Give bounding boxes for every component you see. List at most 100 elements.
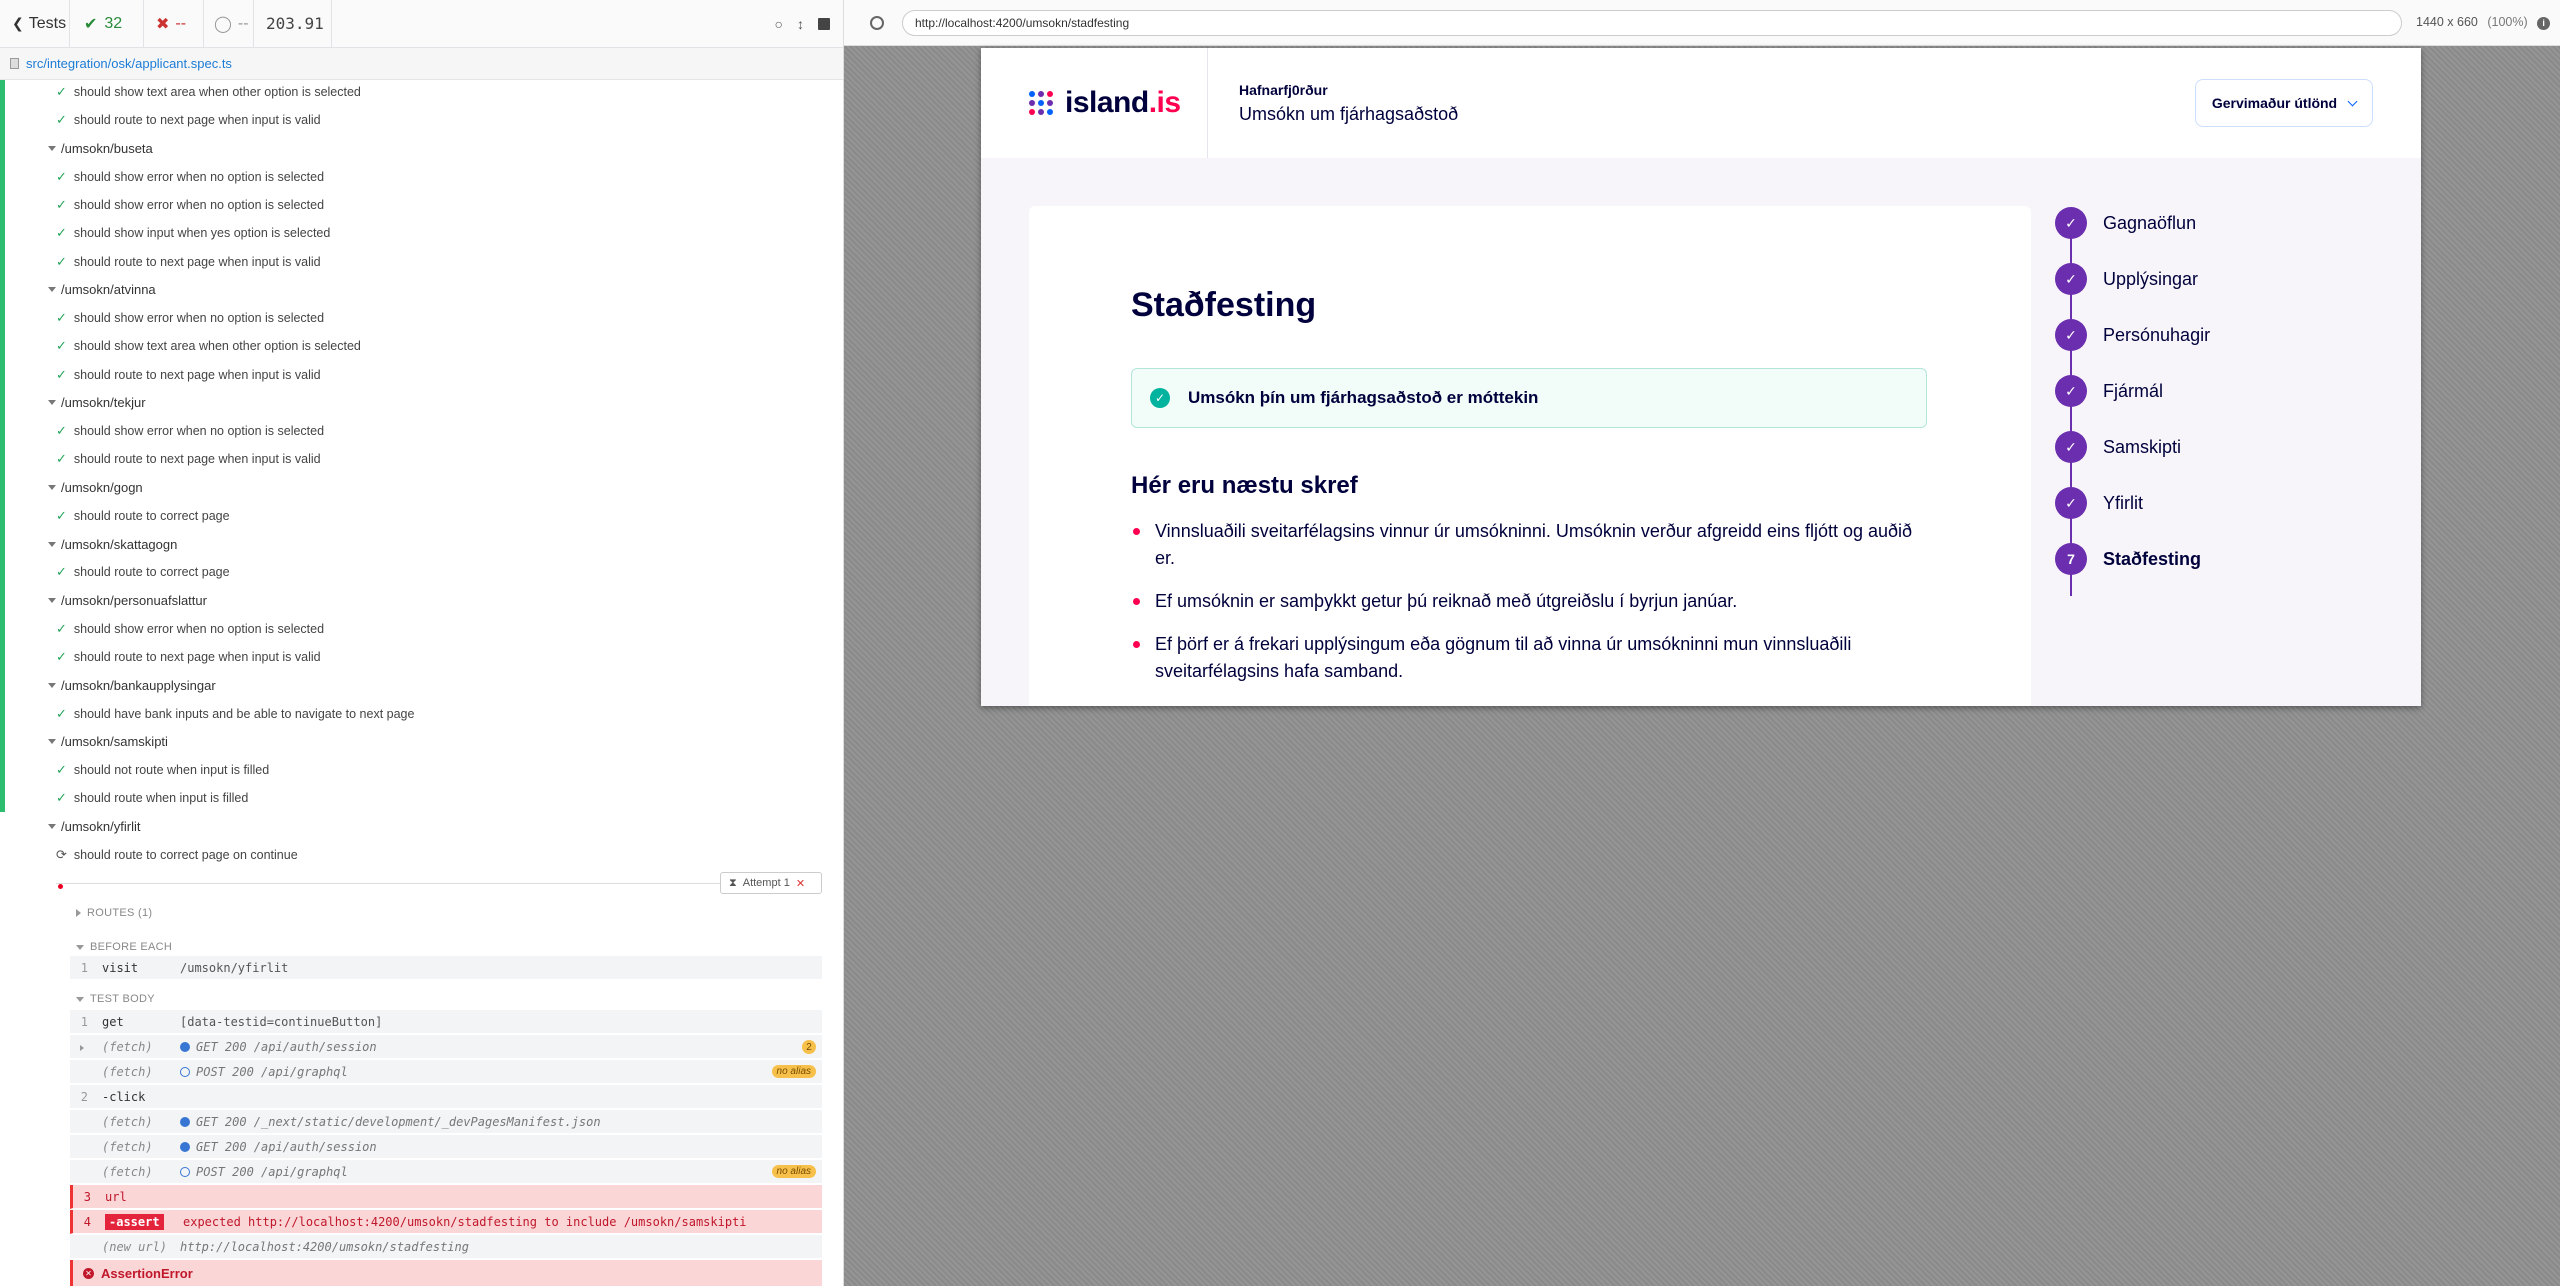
- alias-badge: no alias: [771, 1165, 816, 1178]
- check-icon: ✓: [56, 705, 67, 721]
- test-row[interactable]: ✓ should show error when no option is sel…: [56, 195, 324, 215]
- assertion-error-panel[interactable]: ✕ AssertionError: [70, 1260, 822, 1286]
- error-icon: ✕: [83, 1267, 94, 1279]
- command-row[interactable]: 1 visit /umsokn/yfirlit: [70, 956, 822, 980]
- spec-file-bar[interactable]: src/integration/osk/applicant.spec.ts: [0, 48, 843, 80]
- suite-title[interactable]: /umsokn/atvinna: [48, 280, 156, 300]
- suite-title[interactable]: /umsokn/samskipti: [48, 732, 168, 752]
- stepper-step[interactable]: ✓ Yfirlit: [2055, 486, 2143, 520]
- test-row[interactable]: ✓ should route when input is filled: [56, 788, 248, 808]
- stepper-step[interactable]: ✓ Fjármál: [2055, 374, 2163, 408]
- test-label: should route to correct page: [73, 565, 230, 580]
- user-menu-button[interactable]: Gervimaður útlönd: [2195, 79, 2373, 127]
- command-message: http://localhost:4200/umsokn/stadfesting: [180, 1239, 469, 1254]
- test-row[interactable]: ✓ should show error when no option is sel…: [56, 308, 324, 328]
- step-check-icon: ✓: [2055, 431, 2087, 463]
- command-row[interactable]: 2 -click: [70, 1085, 822, 1109]
- test-row[interactable]: ✓ should route to correct page: [56, 506, 230, 526]
- command-row[interactable]: 1 get [data-testid=continueButton]: [70, 1010, 822, 1034]
- pending-count[interactable]: ◯ --: [204, 0, 254, 48]
- test-row[interactable]: ✓ should not route when input is filled: [56, 760, 269, 780]
- command-row[interactable]: (fetch) GET 200 /api/auth/session: [70, 1135, 822, 1159]
- suite-title[interactable]: /umsokn/personuafslattur: [48, 591, 207, 611]
- test-row[interactable]: ✓ should route to correct page: [56, 562, 230, 582]
- command-row-failed[interactable]: 3 url: [70, 1185, 822, 1209]
- test-body-section-toggle[interactable]: TEST BODY: [76, 990, 155, 1008]
- failed-attempt-dot: [58, 884, 63, 889]
- url-input[interactable]: http://localhost:4200/umsokn/stadfesting: [902, 9, 2402, 36]
- tests-back-button[interactable]: ❮ Tests: [0, 0, 70, 48]
- suite-title[interactable]: /umsokn/gogn: [48, 478, 143, 498]
- test-row[interactable]: ✓ should route to next page when input is…: [56, 365, 321, 385]
- selector-playground-icon[interactable]: [870, 15, 884, 30]
- command-number: 2: [80, 1089, 88, 1104]
- test-row[interactable]: ✓ should route to next page when input is…: [56, 449, 321, 469]
- step-label: Yfirlit: [2103, 492, 2143, 513]
- test-row[interactable]: ✓ should show text area when other option…: [56, 82, 361, 102]
- command-row[interactable]: (new url) http://localhost:4200/umsokn/s…: [70, 1235, 822, 1259]
- command-name: (fetch): [102, 1139, 153, 1154]
- test-reporter: ❮ Tests ✔ 32 ✖ -- ◯ -- 203.91 ○ ↕ src/in…: [0, 0, 844, 1286]
- test-row[interactable]: ✓ should show error when no option is sel…: [56, 421, 324, 441]
- test-row[interactable]: ✓ should route to next page when input is…: [56, 110, 321, 130]
- auto-scroll-toggle-icon[interactable]: ○: [775, 16, 783, 32]
- attempt-tag[interactable]: ⧗ Attempt 1 ✕: [720, 872, 822, 894]
- step-check-icon: ✓: [2055, 375, 2087, 407]
- suite-title[interactable]: /umsokn/bankaupplysingar: [48, 675, 216, 695]
- logo-dots-icon: [1029, 91, 1053, 115]
- command-row[interactable]: (fetch) POST 200 /api/graphql no alias: [70, 1160, 822, 1184]
- before-each-section-toggle[interactable]: BEFORE EACH: [76, 938, 172, 956]
- command-message: [data-testid=continueButton]: [180, 1014, 383, 1029]
- test-row[interactable]: ✓ should route to next page when input is…: [56, 252, 321, 272]
- command-message: GET 200 /_next/static/development/_devPa…: [180, 1115, 601, 1129]
- file-icon: [10, 58, 19, 69]
- viewport-info[interactable]: 1440 x 660 (100%) i: [2416, 15, 2551, 30]
- logo-text: island.is: [1065, 86, 1181, 120]
- logo-text-suffix: .is: [1148, 86, 1181, 119]
- command-row-failed[interactable]: 4 -assert expected http://localhost:4200…: [70, 1210, 822, 1234]
- command-row[interactable]: (fetch) GET 200 /api/auth/session 2: [70, 1035, 822, 1059]
- logo-text-main: island: [1065, 86, 1149, 119]
- failed-count[interactable]: ✖ --: [144, 0, 204, 48]
- step-check-icon: ✓: [2055, 319, 2087, 351]
- caret-down-icon: [48, 824, 56, 829]
- test-label: should show error when no option is sele…: [73, 198, 325, 212]
- test-row[interactable]: ✓ should show text area when other option…: [56, 336, 361, 356]
- step-label: Persónuhagir: [2103, 324, 2211, 345]
- caret-down-icon: [76, 996, 84, 1002]
- island-logo[interactable]: island.is: [1029, 86, 1181, 120]
- stepper-step[interactable]: ✓ Upplýsingar: [2055, 262, 2198, 296]
- passed-count[interactable]: ✔ 32: [70, 0, 144, 48]
- stepper-step[interactable]: ✓ Samskipti: [2055, 430, 2181, 464]
- viewport-zoom: (100%): [2487, 15, 2528, 30]
- stepper-step[interactable]: ✓ Gagnaöflun: [2055, 206, 2196, 240]
- suite-title[interactable]: /umsokn/tekjur: [48, 393, 146, 413]
- check-icon: ✓: [56, 338, 67, 354]
- spec-file-path[interactable]: src/integration/osk/applicant.spec.ts: [26, 56, 232, 71]
- stop-icon[interactable]: [818, 17, 830, 30]
- user-name: Gervimaður útlönd: [2211, 95, 2338, 111]
- test-row[interactable]: ✓ should show error when no option is sel…: [56, 619, 324, 639]
- routes-section-toggle[interactable]: ROUTES (1): [76, 904, 152, 922]
- suite-title[interactable]: /umsokn/yfirlit: [48, 817, 140, 837]
- command-row[interactable]: (fetch) GET 200 /_next/static/developmen…: [70, 1110, 822, 1134]
- suite-title[interactable]: /umsokn/skattagogn: [48, 534, 177, 554]
- suite-title[interactable]: /umsokn/buseta: [48, 139, 153, 159]
- stepper-step[interactable]: ✓ Persónuhagir: [2055, 318, 2210, 352]
- test-label: should route to next page when input is …: [73, 254, 321, 269]
- command-number: 1: [80, 960, 88, 975]
- stepper-step[interactable]: 7 Staðfesting: [2055, 542, 2201, 576]
- test-row[interactable]: ✓ should route to next page when input is…: [56, 647, 321, 667]
- suite-label: /umsokn/buseta: [61, 141, 153, 156]
- test-label: should show text area when other option …: [73, 339, 361, 354]
- test-row[interactable]: ✓ should show input when yes option is se…: [56, 223, 330, 243]
- expand-vertical-icon[interactable]: ↕: [797, 16, 804, 32]
- command-row[interactable]: (fetch) POST 200 /api/graphql no alias: [70, 1060, 822, 1084]
- test-row[interactable]: ⟳ should route to correct page on continu…: [56, 845, 298, 865]
- suite-label: /umsokn/bankaupplysingar: [61, 677, 216, 693]
- test-label: should have bank inputs and be able to n…: [73, 706, 415, 721]
- test-row[interactable]: ✓ should have bank inputs and be able to …: [56, 704, 414, 724]
- chevron-left-icon: ❮: [12, 15, 24, 31]
- test-label: should route to next page when input is …: [73, 452, 321, 467]
- test-row[interactable]: ✓ should show error when no option is sel…: [56, 167, 324, 187]
